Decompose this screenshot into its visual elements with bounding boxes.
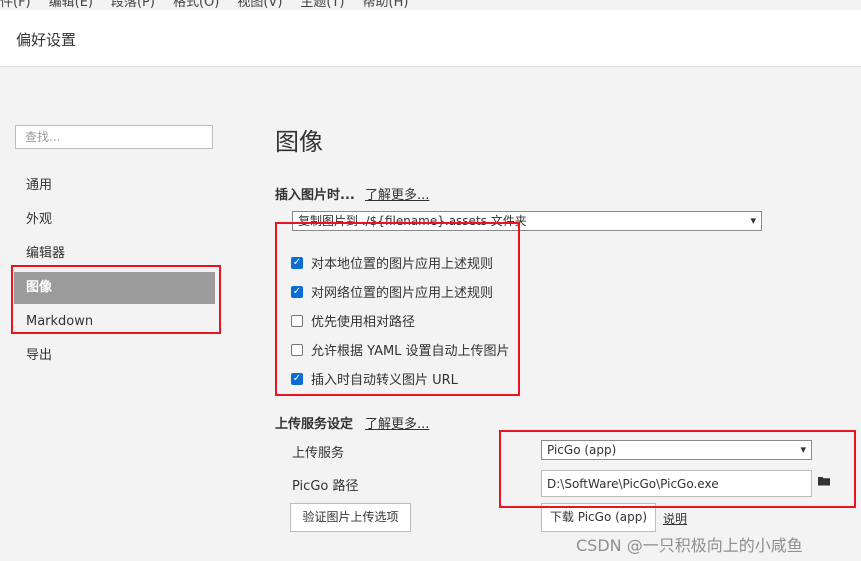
option-checkbox[interactable]: ✓	[291, 256, 303, 269]
picgo-path-label: PicGo 路径	[292, 479, 359, 494]
option-checkbox[interactable]	[291, 314, 303, 327]
picgo-path-input[interactable]	[541, 470, 812, 497]
insert-action-value: 复制图片到 ./${filename}.assets 文件夹	[298, 214, 527, 228]
download-picgo-button[interactable]: 下载 PicGo (app)	[541, 503, 656, 532]
option-checkbox[interactable]: ✓	[291, 285, 303, 298]
option-row[interactable]: ✓ 对网络位置的图片应用上述规则	[291, 277, 510, 306]
page-title: 图像	[275, 128, 323, 156]
menu-item[interactable]: 格式(O)	[173, 0, 219, 10]
upload-service-label: 上传服务	[292, 446, 345, 461]
option-checkbox[interactable]: ✓	[291, 372, 303, 385]
upload-section-label: 上传服务设定	[275, 417, 354, 432]
sidebar-item[interactable]: 编辑器	[14, 237, 215, 271]
option-label: 优先使用相对路径	[311, 315, 416, 330]
menu-item[interactable]: 帮助(H)	[363, 0, 409, 10]
sidebar-nav: 通用 外观 编辑器 图像 Markdown 导出	[14, 169, 215, 373]
menu-bar: 件(F) 编辑(E) 段落(P) 格式(O) 视图(V) 主题(T) 帮助(H)	[0, 0, 861, 10]
upload-service-value: PicGo (app)	[547, 443, 617, 457]
sidebar-item[interactable]: 通用	[14, 169, 215, 203]
chevron-down-icon: ▾	[800, 443, 806, 456]
window-title: 偏好设置	[16, 31, 77, 49]
option-row[interactable]: 允许根据 YAML 设置自动上传图片	[291, 335, 510, 364]
chevron-down-icon: ▾	[750, 214, 756, 227]
insert-action-select[interactable]: 复制图片到 ./${filename}.assets 文件夹 ▾	[292, 211, 762, 231]
option-label: 允许根据 YAML 设置自动上传图片	[311, 344, 510, 359]
menu-item[interactable]: 编辑(E)	[49, 0, 93, 10]
folder-icon[interactable]	[818, 476, 831, 486]
insert-learn-more-link[interactable]: 了解更多...	[365, 184, 429, 203]
option-label: 对网络位置的图片应用上述规则	[311, 286, 494, 301]
insert-section-label: 插入图片时...	[275, 188, 355, 203]
option-checkbox[interactable]	[291, 343, 303, 356]
title-bar: 偏好设置	[0, 10, 861, 67]
upload-service-select[interactable]: PicGo (app) ▾	[541, 440, 812, 460]
option-row[interactable]: ✓ 插入时自动转义图片 URL	[291, 364, 510, 393]
sidebar-item[interactable]: Markdown	[14, 305, 215, 339]
option-row[interactable]: ✓ 对本地位置的图片应用上述规则	[291, 248, 510, 277]
upload-learn-more-link[interactable]: 了解更多...	[365, 413, 429, 432]
search-input[interactable]	[15, 125, 213, 149]
sidebar-item[interactable]: 外观	[14, 203, 215, 237]
watermark: CSDN @一只积极向上的小咸鱼	[576, 536, 803, 555]
sidebar-item[interactable]: 导出	[14, 339, 215, 373]
option-label: 对本地位置的图片应用上述规则	[311, 257, 494, 272]
verify-upload-button[interactable]: 验证图片上传选项	[290, 503, 411, 532]
menu-item[interactable]: 段落(P)	[111, 0, 155, 10]
insert-options: ✓ 对本地位置的图片应用上述规则 ✓ 对网络位置的图片应用上述规则 优先使用相对路径允许…	[291, 248, 510, 393]
menu-item[interactable]: 视图(V)	[237, 0, 282, 10]
help-link[interactable]: 说明	[663, 510, 687, 527]
menu-item[interactable]: 主题(T)	[300, 0, 344, 10]
option-row[interactable]: 优先使用相对路径	[291, 306, 510, 335]
option-label: 插入时自动转义图片 URL	[311, 373, 458, 388]
sidebar-item[interactable]: 图像	[14, 272, 215, 304]
menu-item[interactable]: 件(F)	[0, 0, 31, 10]
